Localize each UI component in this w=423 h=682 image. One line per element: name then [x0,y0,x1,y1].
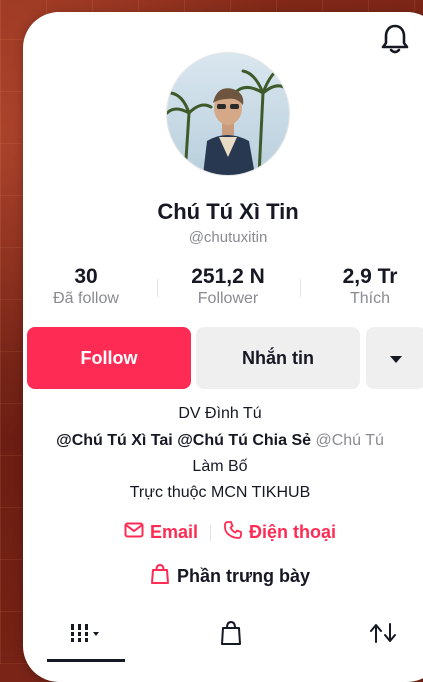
stat-divider [300,279,301,297]
contact-links: Email Điện thoại [100,520,360,545]
bio-line-4: Trực thuộc MCN TIKHUB [129,484,311,501]
stat-following[interactable]: 30 Đã follow [36,265,136,308]
shopping-bag-icon [150,563,170,590]
shopping-bag-icon [219,620,243,651]
likes-count: 2,9 Tr [342,265,398,288]
phone-label: Điện thoại [249,522,337,542]
stat-divider [157,279,158,297]
email-label: Email [149,522,198,542]
followers-label: Follower [197,290,259,307]
bio-line-3: Làm Bố [192,458,248,475]
more-button[interactable] [366,327,423,389]
caret-down-icon [389,348,403,369]
following-count: 30 [74,265,98,288]
username: @chutuxitin [188,229,268,246]
followers-count: 251,2 N [191,265,265,288]
likes-label: Thích [349,290,390,307]
display-name: Chú Tú Xì Tin [157,199,299,224]
link-divider [210,524,211,541]
mail-icon [124,522,144,543]
following-label: Đã follow [53,290,119,307]
profile-tabs [23,612,423,664]
repost-icon [368,620,398,651]
stat-likes[interactable]: 2,9 Tr Thích [320,265,420,308]
stat-followers[interactable]: 251,2 N Follower [178,265,278,308]
tab-videos[interactable] [47,612,125,658]
active-tab-indicator [47,659,125,662]
showcase-button[interactable]: Phần trưng bày [120,563,340,590]
bell-icon[interactable] [380,22,410,56]
tab-shop[interactable] [193,612,269,658]
message-button[interactable]: Nhắn tin [196,327,360,389]
grid-icon [69,622,103,649]
bio-line-2: @Chú Tú Xì Tai @Chú Tú Chia Sẻ @Chú Tú [20,432,420,450]
bio-mention[interactable]: @Chú Tú Chia Sẻ [177,432,311,449]
email-link[interactable]: Email [124,522,198,543]
tab-reposts[interactable] [345,612,421,658]
bio-mention[interactable]: @Chú Tú Xì Tai [56,432,173,449]
bio-mention[interactable]: @Chú Tú [315,432,383,449]
follow-button[interactable]: Follow [27,327,191,389]
bio-line-1: DV Đình Tú [178,405,262,422]
showcase-label: Phần trưng bày [176,566,311,586]
avatar[interactable] [166,52,290,176]
phone-link[interactable]: Điện thoại [223,520,336,545]
phone-icon [223,520,243,545]
